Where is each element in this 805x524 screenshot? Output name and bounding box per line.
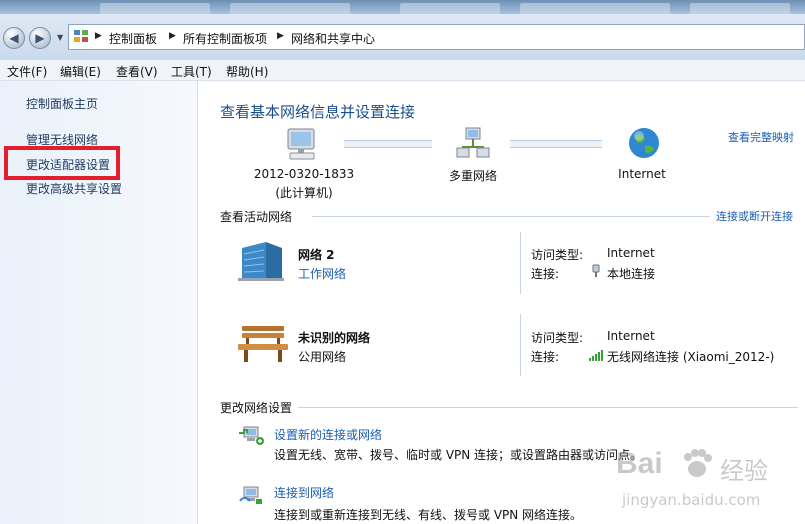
arrow-left-icon: ◀ bbox=[9, 31, 19, 45]
watermark-brand-cn: 经验 bbox=[720, 457, 768, 485]
public-network-type: 公用网络 bbox=[298, 350, 347, 364]
sidebar-item-advanced-sharing[interactable]: 更改高级共享设置 bbox=[26, 180, 122, 197]
sidebar: 控制面板主页 管理无线网络 更改适配器设置 更改高级共享设置 bbox=[0, 81, 198, 524]
chevron-down-icon: ▼ bbox=[57, 33, 64, 42]
breadcrumb-network-center[interactable]: 网络和共享中心 bbox=[291, 30, 375, 47]
page-title: 查看基本网络信息并设置连接 bbox=[220, 103, 416, 121]
control-panel-icon bbox=[74, 30, 88, 42]
connection-label: 连接: bbox=[531, 350, 560, 364]
unidentified-network-name: 未识别的网络 bbox=[298, 331, 371, 345]
active-networks-heading: 查看活动网络 bbox=[220, 210, 293, 224]
computer-note: (此计算机) bbox=[275, 186, 333, 200]
access-type-value: Internet bbox=[607, 246, 655, 260]
background-tab bbox=[230, 3, 350, 14]
menu-bar: 文件(F) 编辑(E) 查看(V) 工具(T) 帮助(H) bbox=[0, 60, 805, 81]
history-dropdown[interactable]: ▼ bbox=[57, 33, 63, 42]
menu-help[interactable]: 帮助(H) bbox=[226, 63, 268, 80]
section-divider bbox=[312, 216, 710, 217]
ethernet-plug-icon bbox=[592, 264, 600, 277]
menu-file[interactable]: 文件(F) bbox=[7, 63, 47, 80]
wireless-connection-link[interactable]: 无线网络连接 (Xiaomi_2012-) bbox=[607, 348, 774, 365]
background-tab bbox=[690, 3, 790, 14]
paw-logo-icon bbox=[684, 449, 712, 477]
building-network-icon bbox=[238, 242, 284, 281]
background-tab bbox=[100, 3, 210, 14]
setup-new-connection-link[interactable]: 设置新的连接或网络 bbox=[274, 426, 382, 443]
multiple-networks-icon bbox=[456, 127, 490, 158]
network-name: 网络 2 bbox=[298, 248, 335, 262]
connection-line bbox=[510, 140, 602, 148]
sidebar-item-control-panel-home[interactable]: 控制面板主页 bbox=[26, 95, 98, 112]
connect-to-network-link[interactable]: 连接到网络 bbox=[274, 484, 334, 501]
connect-disconnect-link[interactable]: 连接或断开连接 bbox=[716, 208, 793, 224]
back-button[interactable]: ◀ bbox=[3, 27, 25, 49]
breadcrumb-separator: ▶ bbox=[277, 31, 284, 41]
arrow-right-icon: ▶ bbox=[35, 31, 45, 45]
breadcrumb-separator: ▶ bbox=[169, 31, 176, 41]
computer-name: 2012-0320-1833 bbox=[253, 167, 355, 181]
menu-view[interactable]: 查看(V) bbox=[116, 63, 158, 80]
access-type-label: 访问类型: bbox=[531, 331, 584, 345]
view-full-map-link[interactable]: 查看完整映射 bbox=[728, 129, 794, 145]
menu-tools[interactable]: 工具(T) bbox=[171, 63, 212, 80]
connection-line bbox=[344, 140, 432, 148]
forward-button[interactable]: ▶ bbox=[29, 27, 51, 49]
new-connection-icon bbox=[239, 426, 264, 445]
network-type-link[interactable]: 工作网络 bbox=[298, 265, 346, 282]
local-connection-link[interactable]: 本地连接 bbox=[607, 265, 655, 282]
vertical-divider bbox=[520, 314, 521, 376]
connect-to-network-icon bbox=[239, 486, 262, 504]
globe-icon bbox=[629, 128, 659, 158]
background-tab bbox=[400, 3, 500, 14]
menu-edit[interactable]: 编辑(E) bbox=[60, 63, 101, 80]
section-divider bbox=[298, 407, 798, 408]
watermark-brand: Bai bbox=[616, 447, 663, 480]
background-tab bbox=[520, 3, 670, 14]
vertical-divider bbox=[520, 232, 521, 294]
watermark-url: jingyan.baidu.com bbox=[622, 491, 761, 509]
access-type-value: Internet bbox=[607, 329, 655, 343]
setup-new-connection-desc: 设置无线、宽带、拨号、临时或 VPN 连接；或设置路由器或访问点。 bbox=[274, 448, 643, 462]
change-settings-heading: 更改网络设置 bbox=[220, 401, 293, 415]
wifi-signal-icon bbox=[589, 350, 603, 361]
connection-label: 连接: bbox=[531, 267, 560, 281]
baidu-jingyan-watermark: Bai 经验 jingyan.baidu.com bbox=[616, 445, 802, 517]
breadcrumb-separator: ▶ bbox=[95, 31, 102, 41]
access-type-label: 访问类型: bbox=[531, 248, 584, 262]
computer-icon bbox=[287, 128, 315, 160]
park-bench-icon bbox=[238, 326, 288, 362]
internet-label: Internet bbox=[618, 167, 666, 181]
red-highlight-box bbox=[4, 146, 120, 180]
multiple-networks-label: 多重网络 bbox=[448, 169, 497, 183]
window-title-bar bbox=[0, 0, 805, 14]
breadcrumb-all-items[interactable]: 所有控制面板项 bbox=[183, 30, 267, 47]
connect-to-network-desc: 连接到或重新连接到无线、有线、拨号或 VPN 网络连接。 bbox=[274, 508, 583, 522]
breadcrumb-control-panel[interactable]: 控制面板 bbox=[109, 30, 157, 47]
address-bar[interactable]: ▶ 控制面板 ▶ 所有控制面板项 ▶ 网络和共享中心 bbox=[68, 24, 805, 50]
